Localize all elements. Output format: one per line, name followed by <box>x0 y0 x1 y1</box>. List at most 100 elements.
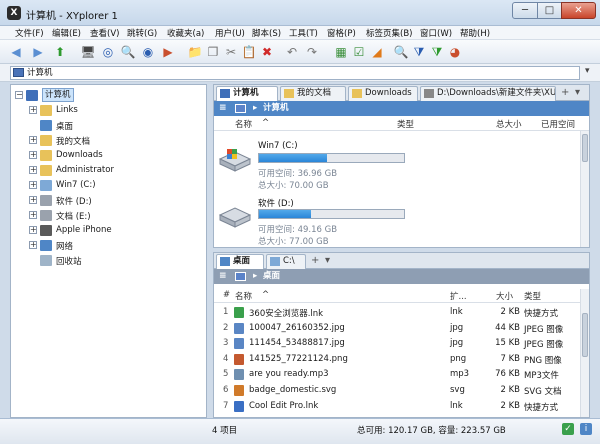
breadcrumb-item[interactable]: 桌面 <box>263 269 280 284</box>
top-scrollbar[interactable] <box>580 131 589 247</box>
tree-item[interactable]: + 我的文档 <box>11 133 206 148</box>
up-icon[interactable]: ⬆ <box>52 44 68 60</box>
file-row[interactable]: 2 100047_26160352.jpg jpg 44 KB JPEG 图像 <box>214 321 582 336</box>
file-row[interactable]: 3 111454_53488817.jpg jpg 15 KB JPEG 图像 <box>214 336 582 351</box>
menu-item[interactable]: 跳转(G) <box>127 27 157 39</box>
redo-icon[interactable]: ↷ <box>304 44 320 60</box>
scrollbar-thumb[interactable] <box>582 134 588 162</box>
column-type[interactable]: 类型 <box>524 290 541 302</box>
column-total-size[interactable]: 总大小 <box>496 118 522 130</box>
tree-item[interactable]: 回收站 <box>11 253 206 268</box>
column-name[interactable]: 名称 <box>235 118 252 130</box>
tree-item[interactable]: + 文档 (E:) <box>11 208 206 223</box>
filter-icon[interactable]: ⧩ <box>411 44 427 60</box>
file-row[interactable]: 1 360安全浏览器.lnk lnk 2 KB 快捷方式 <box>214 305 582 320</box>
search-icon[interactable]: ◉ <box>140 44 156 60</box>
menu-item[interactable]: 标签页集(B) <box>366 27 412 39</box>
expand-toggle-icon[interactable]: + <box>29 136 37 144</box>
bottom-scrollbar[interactable] <box>580 289 589 417</box>
tree-item[interactable]: + 软件 (D:) <box>11 193 206 208</box>
tab[interactable]: 计算机 <box>216 86 278 102</box>
expand-toggle-icon[interactable]: + <box>29 166 37 174</box>
undo-icon[interactable]: ↶ <box>284 44 300 60</box>
file-row[interactable]: 4 141525_77221124.png png 7 KB PNG 图像 <box>214 352 582 367</box>
address-dropdown-icon[interactable]: ▾ <box>585 66 590 76</box>
file-row[interactable]: 5 are you ready.mp3 mp3 76 KB MP3文件 <box>214 367 582 382</box>
drive-item[interactable]: 软件 (D:) 可用空间: 49.16 GB 总大小: 77.00 GB <box>214 193 584 247</box>
drive-item[interactable]: Win7 (C:) 可用空间: 36.96 GB 总大小: 70.00 GB <box>214 137 584 191</box>
checkbox-icon[interactable]: ☑ <box>351 44 367 60</box>
menu-item[interactable]: 帮助(H) <box>460 27 490 39</box>
menu-item[interactable]: 脚本(S) <box>252 27 281 39</box>
column-number[interactable]: # <box>223 290 230 300</box>
column-name[interactable]: 名称 <box>235 290 252 302</box>
tree-item[interactable]: + Downloads <box>11 148 206 163</box>
expand-toggle-icon[interactable]: + <box>29 181 37 189</box>
tab-menu-icon[interactable]: ▾ <box>575 87 580 98</box>
tree-item[interactable]: + 网络 <box>11 238 206 253</box>
color-icon[interactable]: ◕ <box>447 44 463 60</box>
column-size[interactable]: 大小 <box>496 290 513 302</box>
expand-toggle-icon[interactable]: + <box>29 106 37 114</box>
tree-item[interactable]: + Apple iPhone <box>11 223 206 238</box>
tab[interactable]: 我的文档 <box>280 86 346 101</box>
tree-item[interactable]: 桌面 <box>11 118 206 133</box>
menu-item[interactable]: 文件(F) <box>15 27 44 39</box>
check-icon[interactable]: ✓ <box>562 423 574 435</box>
breadcrumb-menu-icon[interactable]: ≡ <box>219 101 227 116</box>
tree-item[interactable]: + Win7 (C:) <box>11 178 206 193</box>
find-files-icon[interactable]: 🔍 <box>393 44 409 60</box>
find-icon[interactable]: 🔍 <box>120 44 136 60</box>
minimize-button[interactable]: ─ <box>512 2 538 19</box>
column-used-space[interactable]: 已用空间 <box>541 118 575 130</box>
computer-icon[interactable]: 🖥 <box>80 44 96 60</box>
expand-toggle-icon[interactable]: + <box>29 226 37 234</box>
tree-icon[interactable]: ▦ <box>333 44 349 60</box>
tab[interactable]: C:\ <box>266 254 306 269</box>
add-tab-icon[interactable]: + <box>561 87 569 98</box>
tab[interactable]: Downloads <box>348 86 418 101</box>
tree-item[interactable]: + Links <box>11 103 206 118</box>
cut-icon[interactable]: ✂ <box>223 44 239 60</box>
menu-item[interactable]: 工具(T) <box>289 27 318 39</box>
file-row[interactable]: 6 badge_domestic.svg svg 2 KB SVG 文档 <box>214 383 582 398</box>
menu-item[interactable]: 用户(U) <box>215 27 245 39</box>
breadcrumb-item[interactable]: 计算机 <box>263 101 289 116</box>
column-type[interactable]: 类型 <box>397 118 414 130</box>
copy-icon[interactable]: ❐ <box>205 44 221 60</box>
breadcrumb-menu-icon[interactable]: ≡ <box>219 269 227 284</box>
close-button[interactable]: ✕ <box>561 2 596 19</box>
highlight-icon[interactable]: ◢ <box>369 44 385 60</box>
breadcrumb-arrow-icon[interactable]: ▸ <box>253 269 257 284</box>
forward-icon[interactable]: ▶ <box>30 44 46 60</box>
column-extension[interactable]: 扩... <box>450 290 467 302</box>
expand-toggle-icon[interactable]: + <box>29 151 37 159</box>
menu-item[interactable]: 编辑(E) <box>52 27 81 39</box>
target-icon[interactable]: ◎ <box>100 44 116 60</box>
new-folder-icon[interactable]: 📁 <box>187 44 203 60</box>
paste-icon[interactable]: 📋 <box>241 44 257 60</box>
menu-item[interactable]: 窗格(P) <box>327 27 356 39</box>
menu-item[interactable]: 收藏夹(a) <box>167 27 204 39</box>
visual-filter-icon[interactable]: ⧩ <box>429 44 445 60</box>
menu-item[interactable]: 查看(V) <box>90 27 119 39</box>
play-icon[interactable]: ▶ <box>160 44 176 60</box>
menu-item[interactable]: 窗口(W) <box>420 27 452 39</box>
tab-menu-icon[interactable]: ▾ <box>325 255 330 266</box>
tree-item[interactable]: + Administrator <box>11 163 206 178</box>
tab[interactable]: 桌面 <box>216 254 264 270</box>
expand-toggle-icon[interactable]: − <box>15 91 23 99</box>
tab[interactable]: D:\Downloads\新建文件夹\XU <box>420 86 556 101</box>
add-tab-icon[interactable]: + <box>311 255 319 266</box>
maximize-button[interactable]: □ <box>537 2 562 19</box>
scrollbar-thumb[interactable] <box>582 313 588 357</box>
back-icon[interactable]: ◀ <box>8 44 24 60</box>
expand-toggle-icon[interactable]: + <box>29 241 37 249</box>
expand-toggle-icon[interactable]: + <box>29 211 37 219</box>
info-icon[interactable]: i <box>580 423 592 435</box>
tree-item[interactable]: − 计算机 <box>11 88 206 103</box>
breadcrumb-arrow-icon[interactable]: ▸ <box>253 101 257 116</box>
file-row[interactable]: 7 Cool Edit Pro.lnk lnk 2 KB 快捷方式 <box>214 399 582 414</box>
address-input[interactable]: 计算机 <box>10 66 580 80</box>
expand-toggle-icon[interactable]: + <box>29 196 37 204</box>
